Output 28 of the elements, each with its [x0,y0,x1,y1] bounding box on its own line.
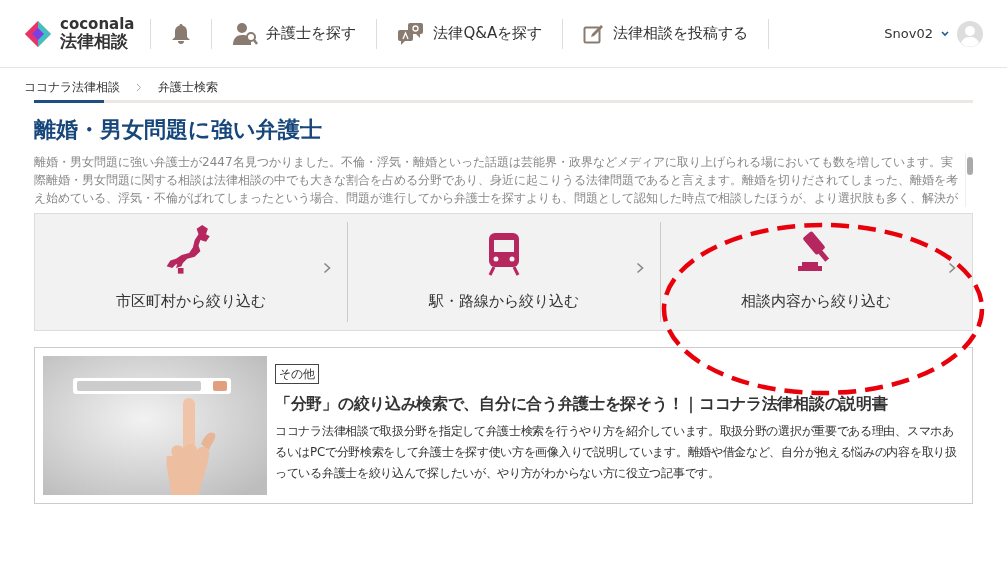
nav-link[interactable]: 法律相談を投稿する [562,18,769,49]
breadcrumb-link[interactable]: 弁護士検索 [158,78,218,96]
speech-bubbles-icon [397,21,426,46]
filter-option[interactable]: 駅・路線から絞り込む [347,222,660,323]
chevron-icon [635,262,644,275]
chevron-icon [136,82,142,92]
tab-indicator [34,100,104,103]
logo[interactable]: coconala 法律相談 [24,16,151,51]
user-menu[interactable]: Snov02 [884,20,983,47]
scrollbar-thumb[interactable] [967,157,973,176]
nav-link[interactable]: 弁護士を探す [211,18,377,49]
article-title[interactable]: 「分野」の絞り込み検索で、自分に合う弁護士を探そう！｜ココナラ法律相談の説明書 [275,393,964,417]
page-title: 離婚・男女問題に強い弁護士 [34,117,323,144]
edit-icon [583,22,606,45]
train-icon [486,231,522,276]
chevron-icon [948,262,956,275]
filter-option[interactable]: 市区町村から絞り込む [35,222,348,323]
chevron-icon [323,262,332,275]
breadcrumb-link[interactable]: ココナラ法律相談 [24,78,120,96]
description-text: 離婚・男女問題に強い弁護士が2447名見つかりました。不倫・浮気・離婚といった話題は芸能界・政界などメディアに取り上げられる場においても数を増しています。実際離婚・男女問題に関する相談は法律相談の中でも大きな割合を占める分野であり、身近に起こりうる法律問題であると言えます。離婚を切りだされてしまった、離婚を考え始めている、浮気・不倫がばれてしまったという場合、問題が進行してから弁護士を探すよりも、問題として認知した時点で相談したほうが、より選択肢も多く、解決が [34,154,959,208]
bell-icon [171,22,192,45]
nav-link[interactable]: 法律Q&Aを探す [376,18,563,49]
caret-icon [941,30,949,37]
avatar-icon [957,20,983,47]
article-card[interactable]: その他 「分野」の絞り込み検索で、自分に合う弁護士を探そう！｜ココナラ法律相談の説明書 ココナラ法律相談で取扱分野を指定して弁護士検索を行うやり方を紹介しています。取扱分野の選択が重要である理由、スマホあるいはPCで分野検索をして弁護士を探す使い方を画像入りで説明しています。離婚や借金など、自分が抱える悩みの内容を取り扱っている弁護士を絞り込んで探したいが、やり方がわからない方に役立つ記事です。 [34,347,973,505]
logo-icon [24,19,52,48]
category-tag: その他 [275,364,319,385]
article-summary: ココナラ法律相談で取扱分野を指定して弁護士検索を行うやり方を紹介しています。取扱分野の選択が重要である理由、スマホあるいはPCで分野検索をして弁護士を探す使い方を画像入りで説明しています。離婚や借金など、自分が抱える悩みの内容を取り扱っている弁護士を絞り込んで探したいが、やり方がわからない方に役立つ記事です。 [275,422,958,482]
